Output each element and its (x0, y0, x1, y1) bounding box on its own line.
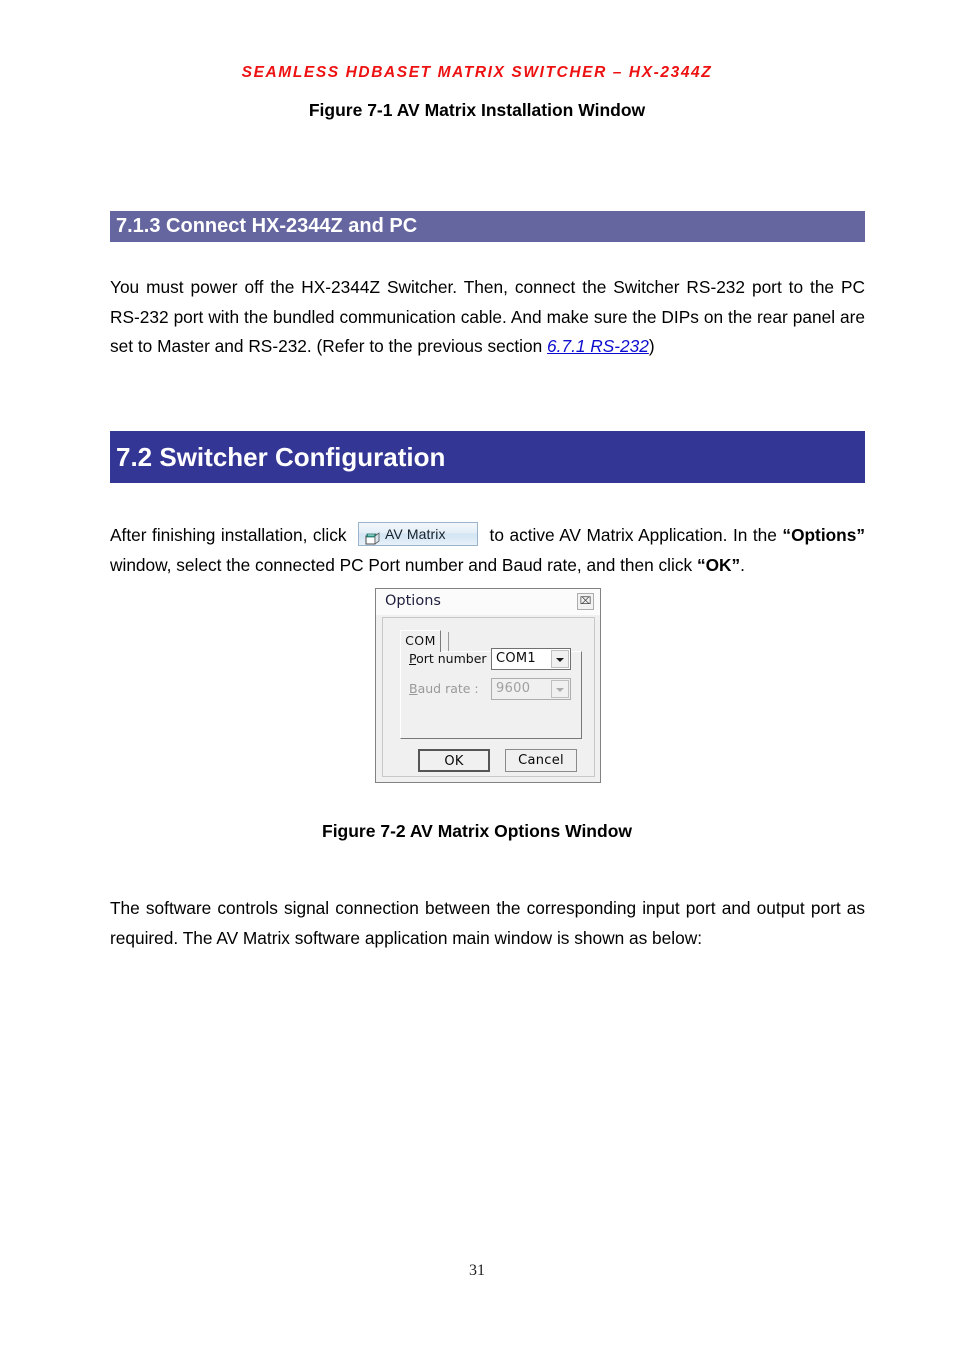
av-matrix-launch-button[interactable]: AV Matrix (358, 522, 479, 547)
chevron-down-icon-disabled (551, 680, 569, 698)
cancel-button[interactable]: Cancel (505, 749, 577, 772)
ok-button[interactable]: OK (418, 749, 490, 772)
options-dialog: Options ⌧ COM Port number : COM1 Baud ra… (375, 588, 601, 783)
baud-rate-dropdown: 9600 (491, 678, 571, 700)
section-heading-7-1-3-label: 7.1.3 Connect HX-2344Z and PC (116, 215, 418, 237)
options-dialog-body: COM Port number : COM1 Baud rate : 9600 (382, 617, 595, 777)
figure-7-1-caption: Figure 7-1 AV Matrix Installation Window (308, 100, 646, 120)
paragraph-connect-text-after: ) (648, 336, 655, 357)
close-icon[interactable]: ⌧ (577, 593, 594, 610)
paragraph-connect-pc: You must power off the HX-2344Z Switcher… (110, 273, 865, 362)
ok-word-bold: “OK” (696, 554, 741, 575)
paragraph-install-part2: to active AV Matrix Application. In the (484, 525, 783, 546)
port-number-label: Port number : (409, 651, 495, 666)
port-number-dropdown[interactable]: COM1 (491, 648, 571, 670)
page-number: 31 (469, 1262, 485, 1279)
figure-7-2-caption: Figure 7-2 AV Matrix Options Window (322, 821, 632, 841)
av-matrix-button-label: AV Matrix (385, 526, 446, 543)
options-word-bold: “Options” (782, 525, 865, 546)
port-number-value: COM1 (496, 651, 536, 666)
link-section-6-7-1-rs232[interactable]: 6.7.1 RS-232 (547, 336, 649, 356)
paragraph-install-part1: After finishing installation, click (110, 525, 353, 546)
baud-rate-accel: B (409, 681, 418, 696)
paragraph-switcher-configuration: After finishing installation, click AV M… (110, 521, 865, 580)
field-row-port-number: Port number : COM1 (409, 648, 574, 670)
baud-rate-label: Baud rate : (409, 681, 479, 696)
port-number-label-rest: ort number : (416, 651, 495, 666)
document-page: SEAMLESS HDBASET MATRIX SWITCHER – HX-23… (0, 0, 954, 1351)
section-heading-7-2: 7.2 Switcher Configuration (110, 431, 865, 483)
caret-shape (556, 658, 564, 662)
baud-rate-value: 9600 (496, 681, 531, 696)
baud-rate-label-rest: aud rate : (417, 681, 479, 696)
av-matrix-app-icon (365, 527, 381, 546)
options-tabstrip: COM Port number : COM1 Baud rate : 9600 (400, 630, 582, 739)
running-header: SEAMLESS HDBASET MATRIX SWITCHER – HX-23… (241, 64, 713, 81)
paragraph-connect-text-before: You must power off the HX-2344Z Switcher… (110, 277, 865, 357)
paragraph-software-description: The software controls signal connection … (110, 898, 865, 948)
paragraph-install-part4: . (740, 554, 745, 575)
section-heading-7-1-3: 7.1.3 Connect HX-2344Z and PC (110, 211, 865, 242)
paragraph-install-part3: window, select the connected PC Port num… (110, 554, 697, 575)
section-heading-7-2-label: 7.2 Switcher Configuration (116, 441, 446, 472)
caret-shape-disabled (556, 688, 564, 692)
field-row-baud-rate: Baud rate : 9600 (409, 678, 574, 700)
chevron-down-icon[interactable] (551, 650, 569, 668)
options-dialog-title: Options (385, 593, 441, 609)
